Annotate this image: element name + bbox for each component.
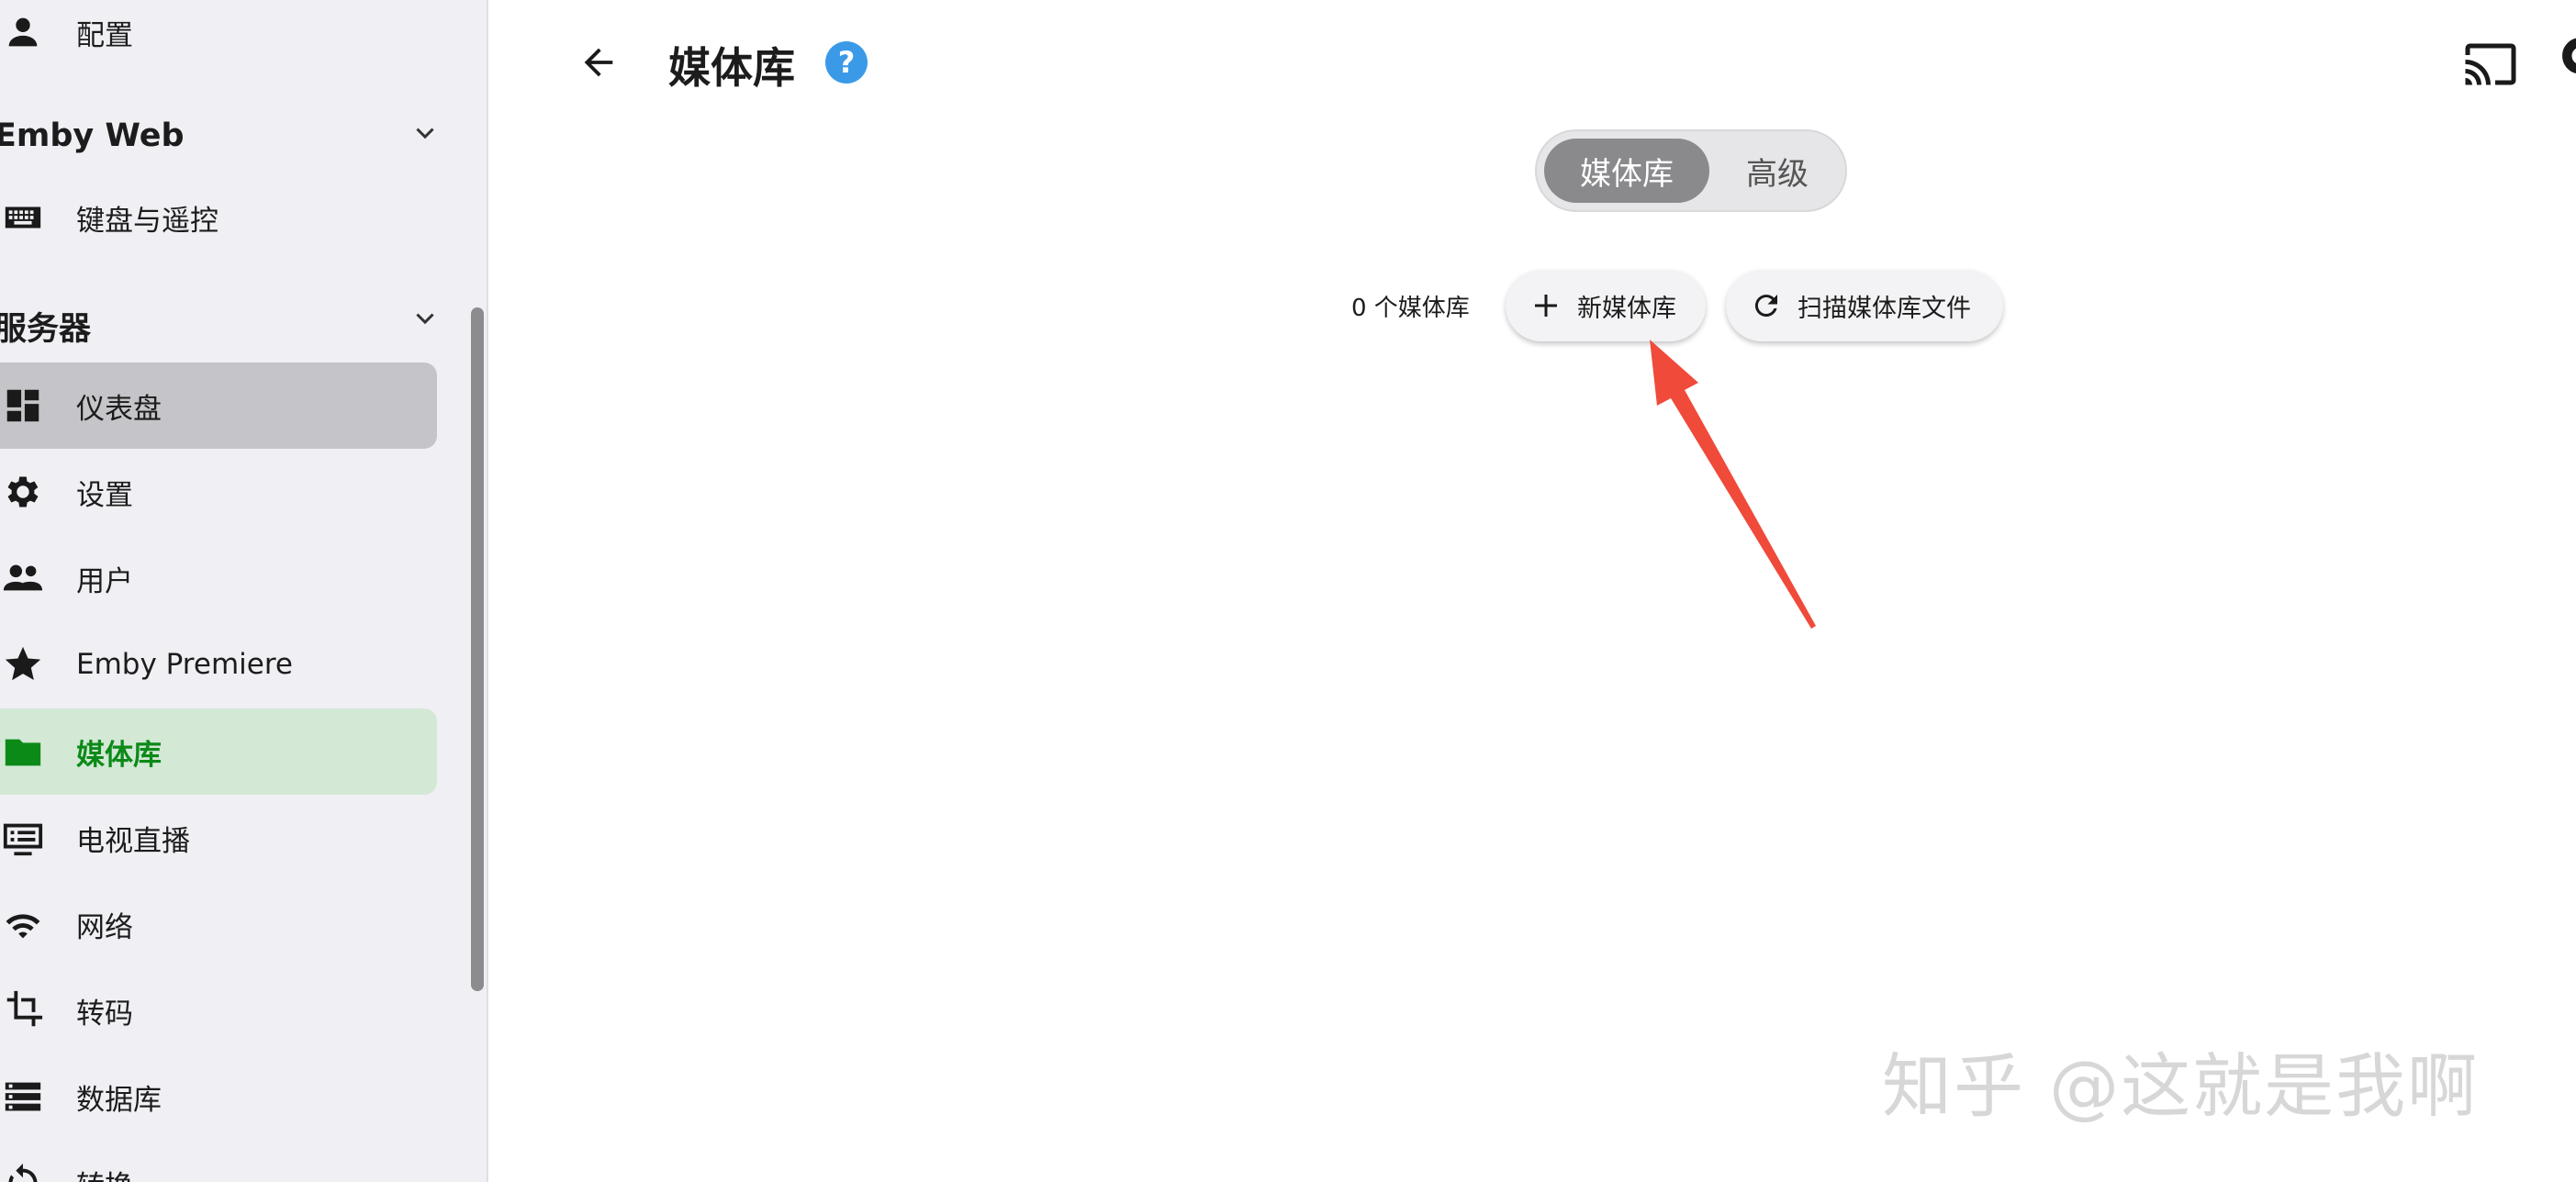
keyboard-icon xyxy=(0,195,46,240)
sidebar-item-label: 配置 xyxy=(76,18,133,52)
sidebar-item-network[interactable]: 网络 xyxy=(0,881,437,967)
section-server: 服务器 xyxy=(0,311,92,348)
sidebar-item-convert[interactable]: 转换 xyxy=(0,1140,437,1182)
dashboard-icon xyxy=(0,383,46,429)
tab-bar: 媒体库 高级 xyxy=(1535,129,1847,212)
search-icon[interactable] xyxy=(2561,37,2576,92)
star-icon xyxy=(0,641,46,687)
tv-icon xyxy=(0,815,46,861)
wifi-icon xyxy=(0,901,46,947)
sidebar: 配置 Emby Web 键盘与遥控 服务器 仪表盘 设置 用户 Emby Pre… xyxy=(0,0,488,1182)
help-icon[interactable]: ? xyxy=(825,41,868,84)
library-count: 0 个媒体库 xyxy=(1351,295,1470,322)
sidebar-item-label: 电视直播 xyxy=(76,824,190,858)
chevron-down-icon[interactable] xyxy=(409,116,442,149)
tab-advanced[interactable]: 高级 xyxy=(1713,139,1842,203)
person-icon xyxy=(0,9,46,55)
new-library-label: 新媒体库 xyxy=(1577,294,1676,323)
sidebar-item-label: 网络 xyxy=(76,910,133,944)
tab-library[interactable]: 媒体库 xyxy=(1544,139,1709,203)
gear-icon xyxy=(0,469,46,515)
sidebar-item-premiere[interactable]: Emby Premiere xyxy=(0,621,437,708)
sidebar-item-users[interactable]: 用户 xyxy=(0,535,437,621)
folder-icon xyxy=(0,729,46,775)
scrollbar-thumb[interactable] xyxy=(471,307,484,991)
sidebar-item-label: Emby Premiere xyxy=(76,648,293,681)
sidebar-item-label: 媒体库 xyxy=(76,738,162,772)
section-emby-web: Emby Web xyxy=(0,117,185,154)
scan-library-label: 扫描媒体库文件 xyxy=(1798,294,1971,323)
cast-icon[interactable] xyxy=(2463,37,2518,92)
sidebar-item-label: 用户 xyxy=(76,564,133,598)
sidebar-item-label: 转码 xyxy=(76,997,133,1031)
sidebar-item-settings[interactable]: 设置 xyxy=(0,449,437,535)
sidebar-item-config[interactable]: 配置 xyxy=(0,0,437,75)
watermark: 知乎 @这就是我啊 xyxy=(1882,1045,2480,1127)
red-arrow-annotation xyxy=(1650,340,1816,629)
sidebar-item-label: 转换 xyxy=(76,1163,133,1182)
sidebar-item-label: 设置 xyxy=(76,478,133,512)
chevron-down-icon[interactable] xyxy=(409,301,442,334)
plus-icon xyxy=(1529,289,1562,322)
sidebar-item-dashboard[interactable]: 仪表盘 xyxy=(0,362,437,449)
sidebar-item-database[interactable]: 数据库 xyxy=(0,1054,437,1140)
arrow-back-icon xyxy=(584,48,613,77)
people-icon xyxy=(0,555,46,601)
sidebar-item-library[interactable]: 媒体库 xyxy=(0,708,437,795)
refresh-icon xyxy=(1750,289,1783,322)
sidebar-item-label: 数据库 xyxy=(76,1083,162,1117)
sync-icon xyxy=(0,1160,46,1182)
page-title: 媒体库 xyxy=(668,43,795,93)
sidebar-item-keyboard[interactable]: 键盘与遥控 xyxy=(0,174,437,261)
sidebar-item-label: 键盘与遥控 xyxy=(76,204,218,238)
sidebar-item-live-tv[interactable]: 电视直播 xyxy=(0,795,437,881)
sidebar-item-label: 仪表盘 xyxy=(76,392,162,426)
crop-icon xyxy=(0,987,46,1033)
storage-icon xyxy=(0,1074,46,1120)
sidebar-item-transcode[interactable]: 转码 xyxy=(0,967,437,1054)
back-button[interactable] xyxy=(571,35,626,90)
